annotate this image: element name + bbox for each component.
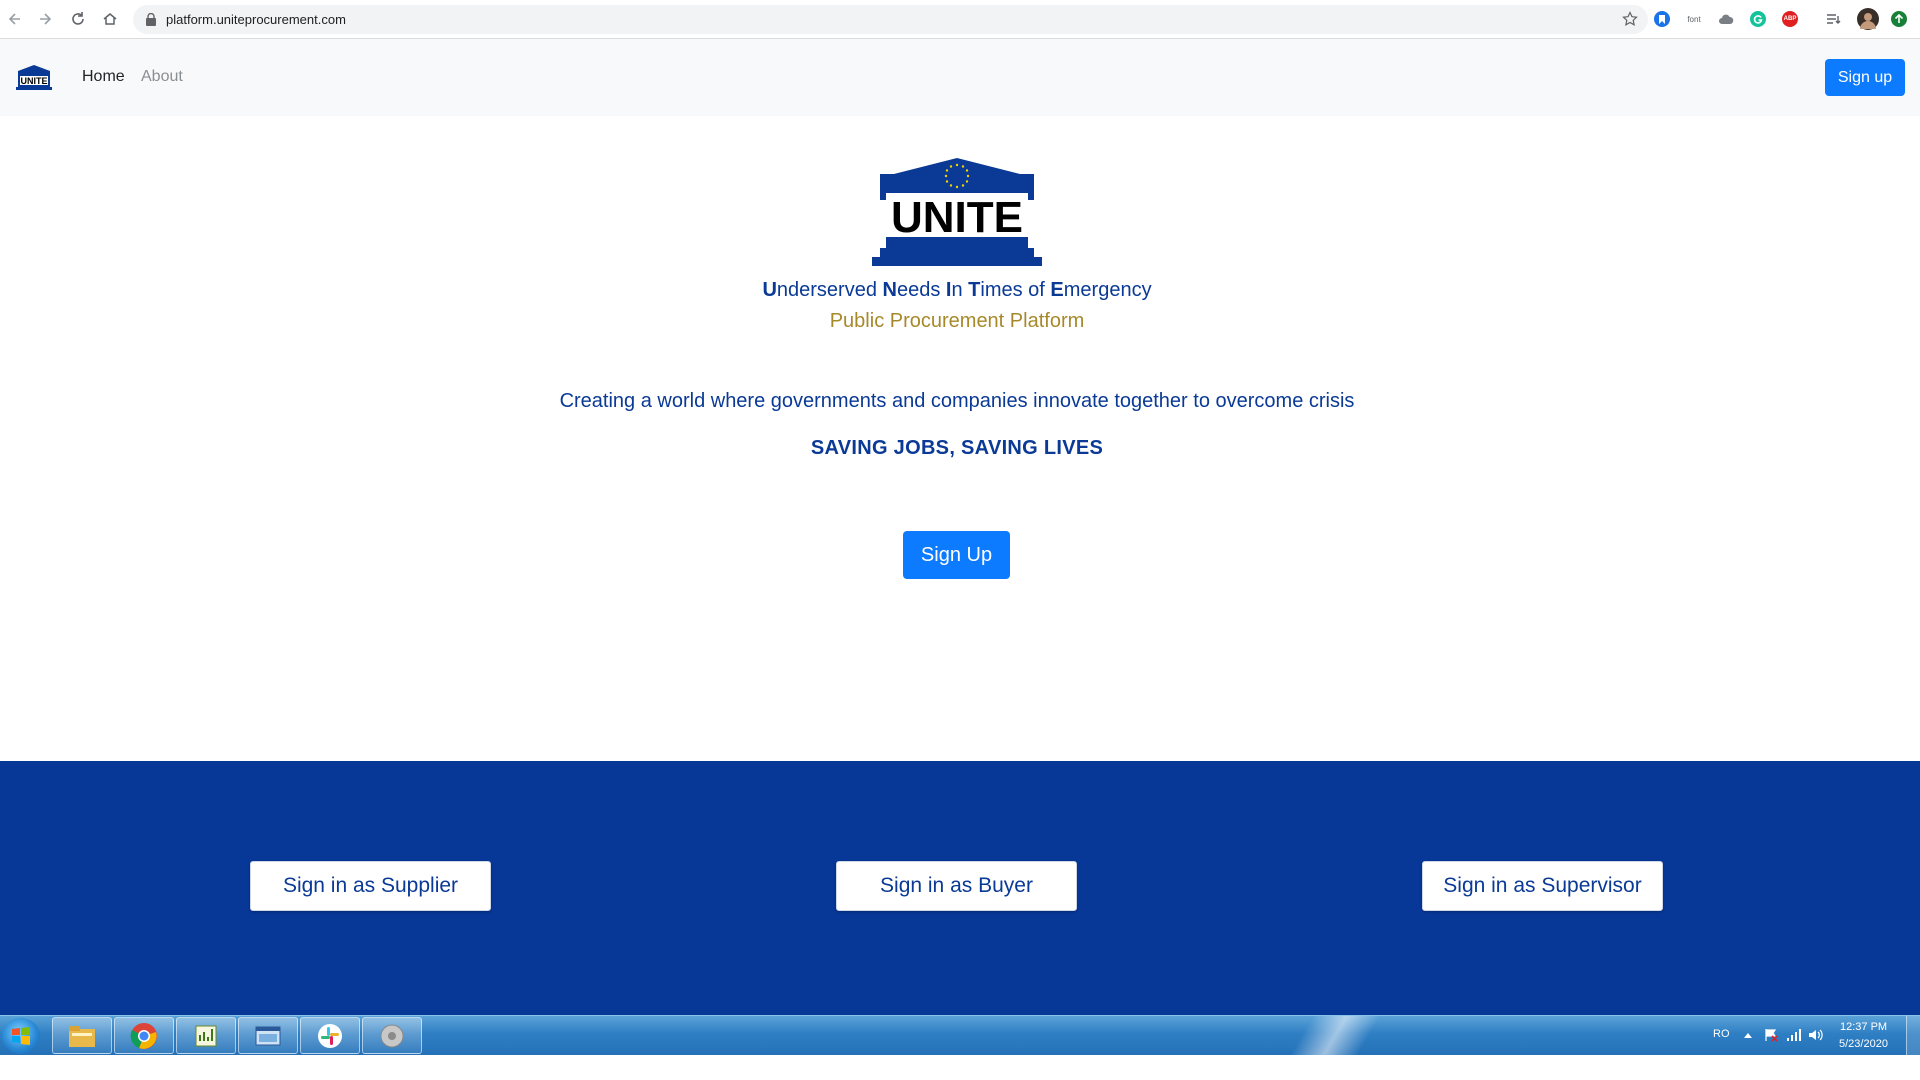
slack-icon[interactable] <box>300 1017 360 1054</box>
cloud-extension-icon[interactable] <box>1718 11 1734 27</box>
chrome-icon[interactable] <box>114 1017 174 1054</box>
acronym-letter-e: E <box>1050 279 1064 301</box>
show-desktop-button[interactable] <box>1906 1016 1920 1056</box>
adblock-extension-icon[interactable]: ABP <box>1782 11 1798 27</box>
font-extension-icon[interactable]: font <box>1686 11 1702 27</box>
acronym-rest-t: imes of <box>980 279 1051 301</box>
reload-icon[interactable] <box>67 8 89 30</box>
acronym-letter-t: T <box>968 279 981 301</box>
site-navbar: UNITE Home About Sign up <box>0 39 1920 116</box>
lock-icon <box>146 13 156 26</box>
back-icon[interactable] <box>4 8 26 30</box>
forward-icon[interactable] <box>34 8 56 30</box>
hero-signup-button[interactable]: Sign Up <box>903 531 1010 579</box>
nav-logo-text: UNITE <box>21 76 48 86</box>
update-icon[interactable] <box>1891 11 1907 27</box>
taskbar: RO 12:37 PM 5/23/2020 <box>0 1015 1920 1056</box>
file-explorer-icon[interactable] <box>52 1017 112 1054</box>
bookmark-star-icon[interactable] <box>1622 11 1638 27</box>
acronym-letter-n: N <box>882 279 897 301</box>
nav-link-about[interactable]: About <box>141 68 183 86</box>
acronym-rest-n: eeds <box>896 279 946 301</box>
acronym-rest-i: n <box>951 279 969 301</box>
acronym-letter-u: U <box>762 279 777 301</box>
platform-subtitle: Public Procurement Platform <box>829 310 1085 332</box>
acronym-rest-e: mergency <box>1063 279 1152 301</box>
unite-hero-logo: UNITE <box>872 158 1042 266</box>
hero-logo-text: UNITE <box>891 193 1023 242</box>
clock-time[interactable]: 12:37 PM <box>1840 1021 1887 1033</box>
below-taskbar-area <box>0 1055 1920 1080</box>
clock-date[interactable]: 5/23/2020 <box>1839 1038 1888 1050</box>
reading-list-icon[interactable] <box>1826 11 1842 27</box>
signin-buyer-button[interactable]: Sign in as Buyer <box>836 861 1077 911</box>
profile-avatar[interactable] <box>1857 8 1879 30</box>
bookmark-extension-icon[interactable] <box>1654 11 1670 27</box>
acronym-rest-u: nderserved <box>776 279 883 301</box>
signin-supervisor-button[interactable]: Sign in as Supervisor <box>1422 861 1663 911</box>
grammarly-extension-icon[interactable] <box>1750 11 1766 27</box>
browser-toolbar: platform.uniteprocurement.com font ABP <box>0 0 1920 39</box>
unite-logo[interactable]: UNITE <box>12 63 56 93</box>
media-player-icon[interactable] <box>362 1017 422 1054</box>
action-center-flag-icon[interactable] <box>1764 1028 1778 1042</box>
window-app-icon[interactable] <box>238 1017 298 1054</box>
start-button-icon[interactable] <box>2 1018 40 1054</box>
language-indicator[interactable]: RO <box>1713 1028 1730 1040</box>
volume-icon[interactable] <box>1808 1028 1824 1042</box>
address-bar[interactable]: platform.uniteprocurement.com <box>133 5 1648 34</box>
mission-statement: Creating a world where governments and c… <box>559 390 1355 412</box>
nav-link-home[interactable]: Home <box>82 68 125 86</box>
acronym-tagline: Underserved Needs In Times of Emergency <box>0 279 1914 302</box>
navbar-signup-button[interactable]: Sign up <box>1825 59 1905 96</box>
network-icon[interactable] <box>1786 1028 1802 1042</box>
show-hidden-icons-icon[interactable] <box>1744 1032 1752 1038</box>
signin-supplier-button[interactable]: Sign in as Supplier <box>250 861 491 911</box>
notepad-chart-icon[interactable] <box>176 1017 236 1054</box>
url-text: platform.uniteprocurement.com <box>166 12 346 27</box>
home-icon[interactable] <box>99 8 121 30</box>
screen: platform.uniteprocurement.com font ABP U… <box>0 0 1920 1080</box>
motto: SAVING JOBS, SAVING LIVES <box>810 437 1104 459</box>
